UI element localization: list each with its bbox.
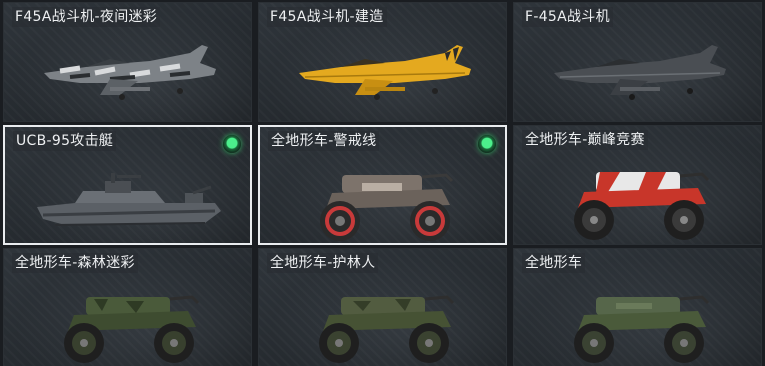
equipped-check-icon — [223, 135, 241, 153]
atv-icon — [64, 295, 200, 363]
skin-card-atv-warning[interactable]: 全地形车-警戒线 — [258, 125, 507, 245]
skin-card-ucb-95-boat[interactable]: UCB-95攻击艇 — [3, 125, 252, 245]
skin-card-label: 全地形车-巅峰竞赛 — [522, 130, 648, 150]
skin-card-f-45a[interactable]: F-45A战斗机 — [513, 2, 762, 122]
atv-icon — [574, 295, 710, 363]
jet-icon — [299, 45, 471, 100]
skin-card-label: F45A战斗机-夜间迷彩 — [12, 7, 161, 27]
skin-card-f45a-build[interactable]: F45A战斗机-建造 — [258, 2, 507, 122]
skin-card-label: UCB-95攻击艇 — [13, 131, 117, 151]
skin-card-atv-ranger[interactable]: 全地形车-护林人 — [258, 248, 507, 366]
skin-card-atv-peak-race[interactable]: 全地形车-巅峰竞赛 — [513, 125, 762, 245]
vehicle-skin-grid: F45A战斗机-夜间迷彩 F45A战斗机-建造 F-45A战斗机 UCB-95攻… — [0, 0, 765, 366]
jet-icon — [554, 45, 726, 100]
atv-icon — [574, 172, 710, 240]
skin-card-label: F-45A战斗机 — [522, 7, 613, 27]
skin-card-atv[interactable]: 全地形车 — [513, 248, 762, 366]
boat-icon — [37, 173, 221, 226]
skin-card-f45a-night-camo[interactable]: F45A战斗机-夜间迷彩 — [3, 2, 252, 122]
skin-card-label: 全地形车 — [522, 253, 586, 273]
equipped-check-icon — [478, 135, 496, 153]
skin-card-label: 全地形车-警戒线 — [268, 131, 380, 151]
skin-card-label: 全地形车-护林人 — [267, 253, 379, 273]
atv-icon — [320, 173, 454, 241]
atv-icon — [319, 295, 455, 363]
skin-card-atv-forest-camo[interactable]: 全地形车-森林迷彩 — [3, 248, 252, 366]
skin-card-label: F45A战斗机-建造 — [267, 7, 387, 27]
jet-icon — [44, 45, 216, 100]
skin-card-label: 全地形车-森林迷彩 — [12, 253, 138, 273]
